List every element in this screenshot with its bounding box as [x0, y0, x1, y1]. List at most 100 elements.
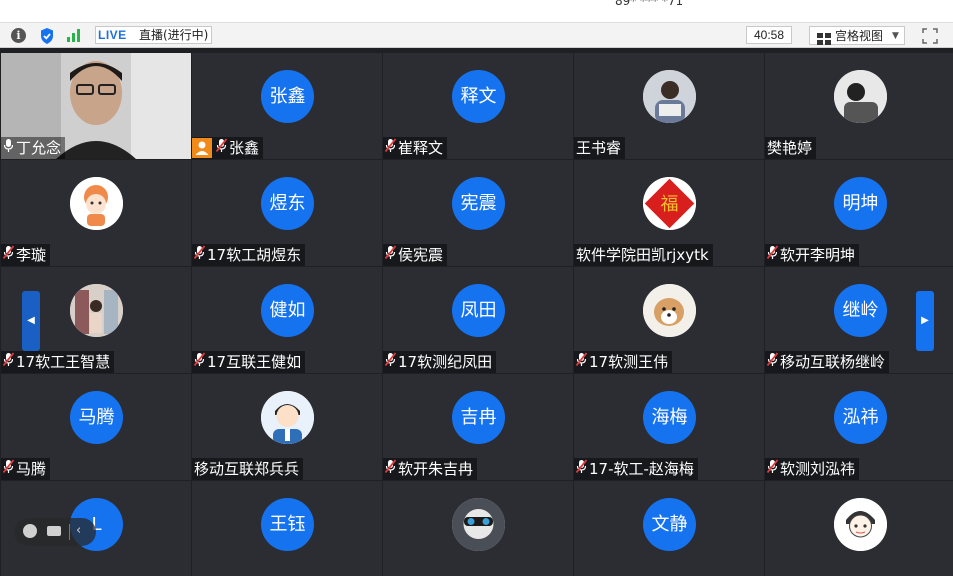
participant-tile[interactable]: 樊艳婷	[765, 53, 953, 159]
participant-tile[interactable]: 王钰	[192, 481, 382, 576]
participant-tile[interactable]: 吉冉 软开朱吉冉	[383, 374, 573, 480]
participant-tile[interactable]: 明坤 软开李明坤	[765, 160, 953, 266]
participant-name-bar: 17-软工-赵海梅	[574, 458, 698, 480]
participant-name-bar: 马腾	[1, 458, 51, 480]
live-badge: LIVE	[98, 28, 127, 42]
participant-name: 樊艳婷	[767, 139, 813, 157]
participant-name: 移动互联郑兵兵	[194, 460, 300, 478]
avatar: 健如	[261, 284, 314, 337]
divider	[69, 524, 70, 540]
avatar	[643, 70, 696, 123]
collapse-icon[interactable]: ‹	[76, 522, 81, 540]
avatar: 王钰	[261, 498, 314, 551]
participant-tile[interactable]: 马腾 马腾	[1, 374, 191, 480]
participant-name: 张鑫	[229, 139, 260, 157]
participant-tile[interactable]: 释文 崔释文	[383, 53, 573, 159]
avatar	[70, 177, 123, 230]
participant-tile[interactable]: 健如 17互联王健如	[192, 267, 382, 373]
mic-muted-icon	[194, 351, 207, 373]
mic-muted-icon	[3, 244, 16, 266]
participant-name-bar: 王书睿	[574, 137, 626, 159]
participant-name: 李璇	[16, 246, 47, 264]
participant-tile[interactable]: 张鑫 张鑫	[192, 53, 382, 159]
live-status-box[interactable]: LIVE 直播(进行中)	[95, 26, 212, 44]
participant-name: 17互联王健如	[207, 353, 302, 371]
participant-name-bar: 软测刘泓祎	[765, 458, 860, 480]
participant-name: 软开朱吉冉	[398, 460, 474, 478]
participant-name-bar: 李璇	[1, 244, 51, 266]
mic-muted-icon	[194, 244, 207, 266]
avatar	[834, 70, 887, 123]
participant-name-bar: 移动互联杨继岭	[765, 351, 890, 373]
mic-icon	[3, 137, 16, 159]
participant-name-bar: 丁允念	[1, 137, 66, 159]
participant-tile[interactable]: 移动互联郑兵兵	[192, 374, 382, 480]
avatar: 凤田	[452, 284, 505, 337]
avatar: 继岭	[834, 284, 887, 337]
mic-muted-icon	[767, 351, 780, 373]
participant-name-bar: 侯宪震	[383, 244, 448, 266]
participant-name: 丁允念	[16, 139, 62, 157]
mic-muted-icon	[3, 351, 16, 373]
participant-tile[interactable]: 煜东 17软工胡煜东	[192, 160, 382, 266]
participant-name-bar: 移动互联郑兵兵	[192, 458, 304, 480]
shield-icon[interactable]	[39, 27, 57, 45]
mic-muted-icon	[576, 351, 589, 373]
participant-name: 移动互联杨继岭	[780, 353, 886, 371]
meeting-toolbar: i LIVE 直播(进行中) 40:58 宫格视图 ▼	[0, 22, 953, 48]
avatar	[261, 391, 314, 444]
view-mode-select[interactable]: 宫格视图 ▼	[809, 26, 905, 45]
signal-icon[interactable]	[66, 27, 84, 45]
mic-muted-icon	[576, 458, 589, 480]
mic-muted-icon	[385, 458, 398, 480]
participant-tile[interactable]: 海梅 17-软工-赵海梅	[574, 374, 764, 480]
participant-name-bar: 17软测纪凤田	[383, 351, 497, 373]
next-page-button[interactable]: ▶	[916, 291, 934, 351]
participant-name-bar: 崔释文	[383, 137, 448, 159]
participant-name-bar: 17软工胡煜东	[192, 244, 306, 266]
participant-name: 17软测纪凤田	[398, 353, 493, 371]
avatar: 泓祎	[834, 391, 887, 444]
avatar: 马腾	[70, 391, 123, 444]
mic-muted-icon	[767, 244, 780, 266]
participant-tile[interactable]: 福软件学院田凯rjxytk	[574, 160, 764, 266]
participant-name-bar: 樊艳婷	[765, 137, 817, 159]
fullscreen-icon[interactable]	[922, 28, 938, 48]
participant-name-bar: 张鑫	[192, 137, 264, 159]
title-bar: 89* *** *71	[0, 0, 953, 22]
participant-tile[interactable]: 泓祎软测刘泓祎	[765, 374, 953, 480]
svg-text:福: 福	[661, 194, 679, 215]
participant-tile[interactable]: 凤田 17软测纪凤田	[383, 267, 573, 373]
participant-name-bar: 17软工王智慧	[1, 351, 115, 373]
prev-page-button[interactable]: ◀	[22, 291, 40, 351]
participant-name-bar: 软件学院田凯rjxytk	[574, 244, 713, 266]
participant-tile[interactable]: 宪震 侯宪震	[383, 160, 573, 266]
participant-tile[interactable]: 丁允念	[1, 53, 191, 159]
participant-tile[interactable]: 文静	[574, 481, 764, 576]
mic-muted-icon	[767, 458, 780, 480]
view-mode-label: 宫格视图	[835, 29, 884, 43]
chevron-down-icon: ▼	[892, 31, 899, 41]
participant-name: 崔释文	[398, 139, 444, 157]
avatar	[70, 284, 123, 337]
grid-icon	[817, 30, 831, 49]
participant-name: 17软工胡煜东	[207, 246, 302, 264]
avatar: 释文	[452, 70, 505, 123]
mic-muted-icon	[385, 137, 398, 159]
avatar: 煜东	[261, 177, 314, 230]
participant-tile[interactable]: 王书睿	[574, 53, 764, 159]
participant-grid: 丁允念 张鑫 张鑫 释文 崔释文 王书睿 樊艳婷 李璇 煜东 17软工胡煜东 宪震 侯宪震福软件学院田…	[0, 53, 953, 576]
chat-toolbar: ‹	[14, 518, 96, 546]
avatar: 海梅	[643, 391, 696, 444]
participant-tile[interactable]	[383, 481, 573, 576]
avatar: 张鑫	[261, 70, 314, 123]
participant-name-bar: 17互联王健如	[192, 351, 306, 373]
mic-muted-icon	[3, 458, 16, 480]
participant-name: 17-软工-赵海梅	[589, 460, 694, 478]
emoji-icon[interactable]	[23, 524, 37, 538]
chat-input-icon[interactable]	[47, 526, 61, 536]
participant-tile[interactable]: 李璇	[1, 160, 191, 266]
info-icon[interactable]: i	[11, 28, 26, 43]
participant-tile[interactable]	[765, 481, 953, 576]
participant-tile[interactable]: 17软测王伟	[574, 267, 764, 373]
